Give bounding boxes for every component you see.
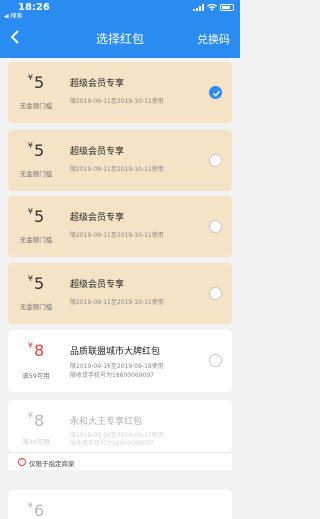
coupon-condition: 满38可用 [22, 438, 50, 446]
coupon-title: 超级会员专享 [70, 213, 125, 223]
coupon-title: 永和大王专享红包 [70, 417, 143, 427]
check-icon [212, 90, 221, 97]
coupon-condition: 无金额门槛 [19, 102, 53, 110]
coupon-radio[interactable] [209, 287, 222, 300]
coupon-card[interactable]: ¥5 无金额门槛 超级会员专享 限2019-09-11至2019-10-11使用 [8, 196, 232, 257]
coupon-amount: ¥5 [27, 274, 45, 293]
battery-icon [220, 4, 234, 11]
coupon-condition: 无金额门槛 [19, 303, 53, 311]
status-bar: ◀ 搜索 18:26 [0, 0, 240, 20]
coupon-amount: ¥5 [27, 73, 45, 92]
coupon-card[interactable]: ¥8 满59可用 品质联盟城市大牌红包 限2019-09-16至2019-09-… [8, 330, 232, 392]
coupon-title: 品质联盟城市大牌红包 [70, 347, 161, 357]
coupon-radio[interactable] [209, 154, 222, 167]
coupon-card[interactable]: ¥5 无金额门槛 超级会员专享 限2019-09-11至2019-10-11使用 [8, 62, 232, 123]
coupon-card-disabled: ¥6 [8, 490, 232, 519]
coupon-amount: ¥5 [27, 207, 45, 226]
coupon-title: 超级会员专享 [70, 79, 125, 89]
signal-icon [193, 4, 204, 11]
wifi-icon [207, 4, 217, 11]
coupon-date: 限2019-09-16至2019-09-18使用 [70, 363, 164, 370]
coupon-title: 超级会员专享 [70, 147, 125, 157]
coupon-restriction: ! 仅限于指定商家 [8, 452, 232, 470]
coupon-card-disabled: ¥8 满38可用 永和大王专享红包 限2019-09-16至2019-09-17… [8, 400, 232, 452]
coupon-amount: ¥8 [27, 341, 45, 360]
nav-bar: 选择红包 兑换码 [0, 18, 240, 58]
coupon-date: 限2019-09-11至2019-10-11使用 [70, 98, 164, 105]
coupon-note: 限收货手机号为18600069097 [70, 372, 154, 379]
coupon-condition: 无金额门槛 [19, 236, 53, 244]
status-icons [193, 4, 234, 11]
coupon-note: 限收货手机号为18600069097 [70, 440, 154, 447]
redeem-code-button[interactable]: 兑换码 [197, 31, 230, 47]
info-icon: ! [18, 458, 26, 466]
coupon-radio[interactable] [209, 220, 222, 233]
coupon-radio-checked[interactable] [209, 86, 222, 99]
coupon-date: 限2019-09-11至2019-10-11使用 [70, 232, 164, 239]
coupon-amount: ¥5 [27, 141, 45, 160]
coupon-amount: ¥8 [27, 411, 45, 430]
status-time: 18:26 [18, 2, 50, 13]
coupon-date: 限2019-09-11至2019-10-11使用 [70, 166, 164, 173]
coupon-radio[interactable] [209, 354, 222, 367]
restriction-text: 仅限于指定商家 [29, 460, 75, 468]
coupon-condition: 无金额门槛 [19, 170, 53, 178]
coupon-date: 限2019-09-11至2019-10-11使用 [70, 299, 164, 306]
coupon-amount: ¥6 [27, 501, 45, 519]
coupon-title: 超级会员专享 [70, 280, 125, 290]
coupon-card[interactable]: ¥5 无金额门槛 超级会员专享 限2019-09-11至2019-10-11使用 [8, 130, 232, 191]
coupon-condition: 满59可用 [22, 372, 50, 380]
coupon-card[interactable]: ¥5 无金额门槛 超级会员专享 限2019-09-11至2019-10-11使用 [8, 263, 232, 324]
